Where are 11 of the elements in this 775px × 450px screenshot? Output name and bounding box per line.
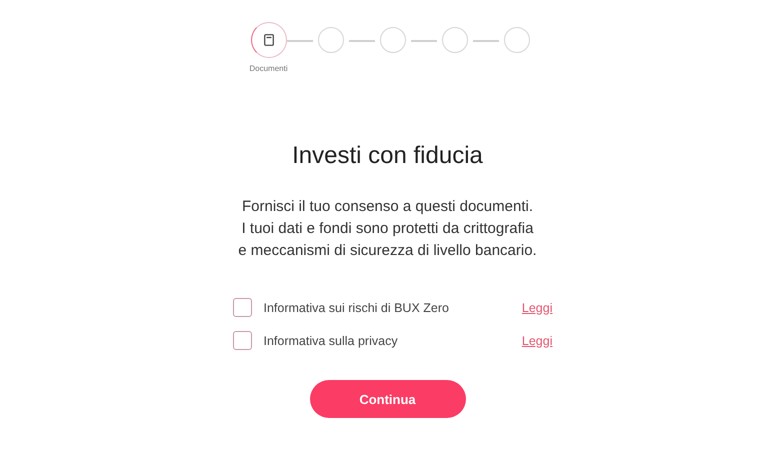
checkbox[interactable] bbox=[232, 331, 252, 350]
step-label: Documenti bbox=[249, 64, 288, 73]
read-link[interactable]: Leggi bbox=[522, 334, 552, 348]
consent-label: Informativa sulla privacy bbox=[264, 334, 399, 348]
continue-button[interactable]: Continua bbox=[310, 380, 466, 418]
checkbox[interactable] bbox=[232, 298, 252, 317]
document-icon bbox=[264, 34, 274, 46]
consent-label: Informativa sui rischi di BUX Zero bbox=[264, 300, 450, 314]
page-title: Investi con fiducia bbox=[292, 142, 483, 170]
read-link[interactable]: Leggi bbox=[522, 300, 552, 314]
description: Fornisci il tuo consenso a questi documenti. I tuoi dati e fondi sono protetti da crittografia e meccanismi di sicurezza di livello bancario. bbox=[238, 197, 537, 261]
